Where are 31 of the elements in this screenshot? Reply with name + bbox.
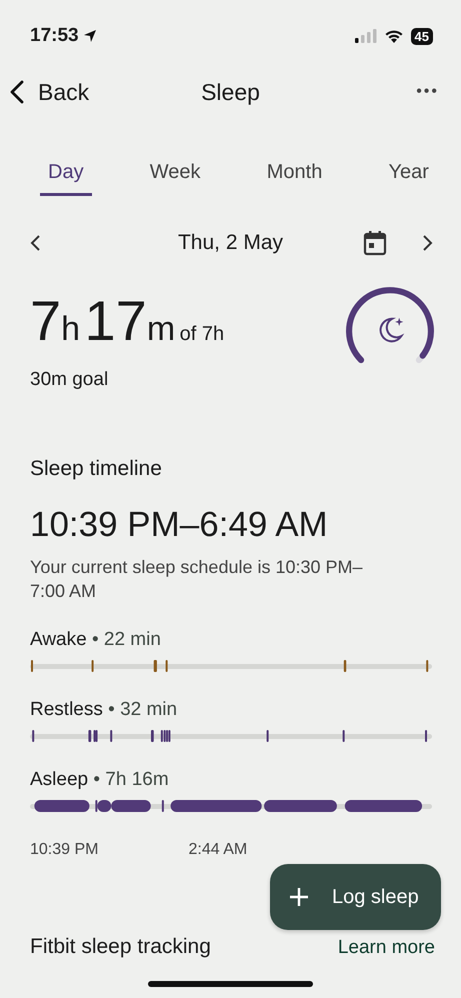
status-time: 17:53 bbox=[30, 25, 79, 47]
stage-label: Awake • 22 min bbox=[30, 629, 162, 651]
date-label: Thu, 2 May bbox=[178, 231, 284, 255]
next-day-icon[interactable] bbox=[421, 234, 433, 252]
calendar-icon[interactable] bbox=[363, 230, 387, 256]
axis-label: 2:44 AM bbox=[188, 841, 248, 859]
location-arrow-icon bbox=[82, 29, 97, 43]
wifi-icon bbox=[384, 29, 404, 43]
axis-label: 10:39 PM bbox=[30, 841, 98, 859]
battery-icon: 45 bbox=[410, 28, 433, 44]
signal-icon bbox=[354, 29, 377, 43]
back-button[interactable]: Back bbox=[10, 78, 90, 106]
section-heading: Fitbit sleep tracking bbox=[30, 935, 211, 958]
period-tab[interactable]: Year bbox=[380, 157, 437, 196]
plus-icon bbox=[288, 886, 310, 908]
period-tab[interactable]: Week bbox=[142, 157, 209, 196]
log-sleep-button[interactable]: Log sleep bbox=[270, 864, 441, 930]
section-heading: Sleep timeline bbox=[29, 457, 163, 481]
period-tab[interactable]: Day bbox=[40, 157, 92, 196]
sleep-time-range: 10:39 PM–6:49 AM bbox=[29, 505, 329, 545]
period-tab[interactable]: Month bbox=[258, 157, 330, 196]
stage-label: Asleep • 7h 16m bbox=[30, 769, 170, 791]
previous-day-icon[interactable] bbox=[30, 234, 42, 252]
sleep-duration: 7h 17m of 7h bbox=[30, 288, 224, 353]
learn-more-link[interactable]: Learn more bbox=[338, 938, 435, 959]
screen-title: Sleep bbox=[201, 78, 260, 106]
stage-label: Restless • 32 min bbox=[30, 699, 178, 721]
goal-text: 30m goal bbox=[30, 369, 110, 391]
back-chevron-icon bbox=[10, 80, 24, 104]
schedule-text: Your current sleep schedule is 10:30 PM–7:00 AM bbox=[29, 556, 364, 603]
more-button[interactable]: ••• bbox=[416, 83, 439, 101]
